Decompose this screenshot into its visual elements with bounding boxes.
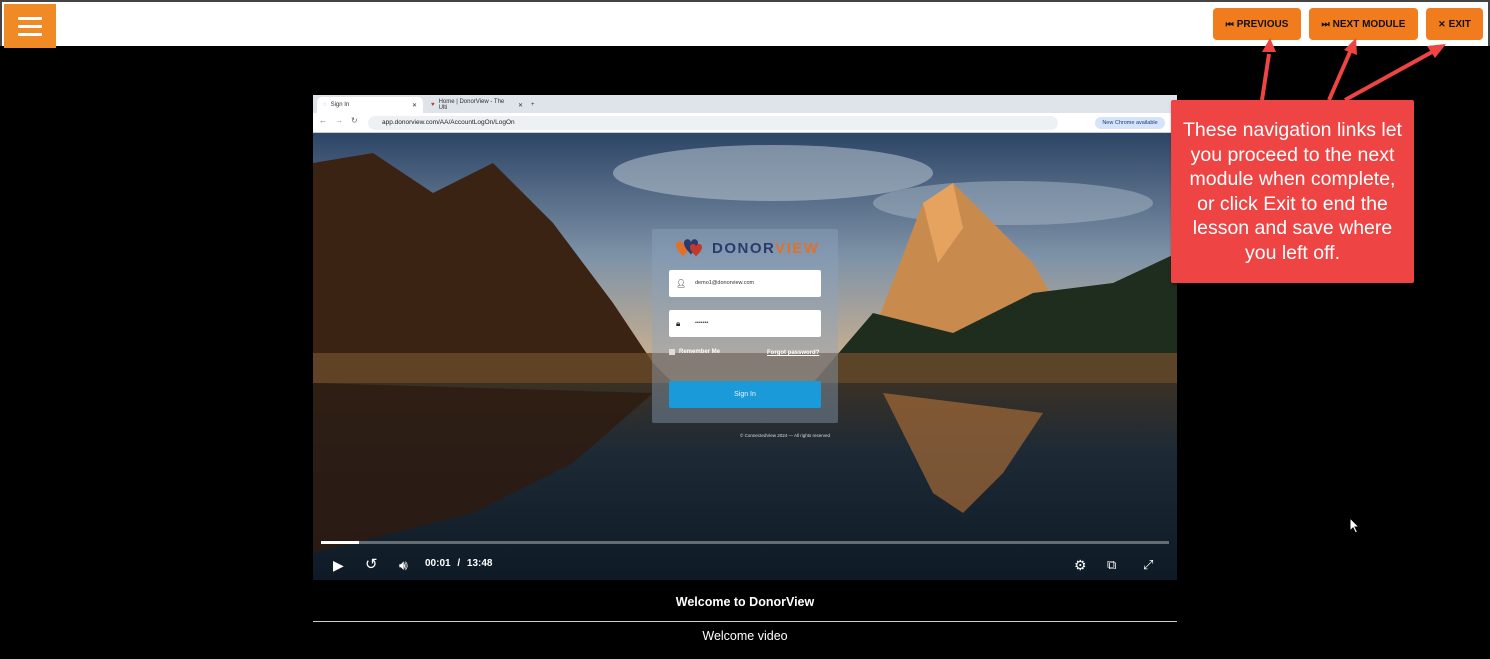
- password-value: •••••••: [695, 320, 709, 326]
- user-icon: 👤︎: [676, 279, 687, 288]
- reload-icon: ↻: [351, 116, 358, 125]
- close-tab-icon: ✕: [517, 102, 523, 109]
- picture-in-picture-icon[interactable]: ⧉: [1107, 557, 1116, 573]
- time-display: 00:01 / 13:48: [425, 558, 493, 569]
- fullscreen-icon[interactable]: ⤢: [1143, 557, 1153, 573]
- forward-icon: →: [335, 116, 343, 125]
- remember-me-checkbox[interactable]: Remember Me: [669, 349, 720, 355]
- email-field[interactable]: 👤︎ demo1@donorview.com: [669, 270, 821, 297]
- video-frame-lake-landscape: DONORVIEW 👤︎ demo1@donorview.com 🔒︎ ••••…: [313, 133, 1177, 580]
- forgot-password-link[interactable]: Forgot password?: [767, 350, 819, 356]
- divider: [313, 621, 1177, 622]
- current-time: 00:01: [425, 558, 451, 569]
- new-tab-icon: +: [531, 102, 535, 108]
- remember-label: Remember Me: [679, 349, 721, 355]
- browser-tab-home: ♥ Home | DonorView - The Ulti ✕: [425, 97, 529, 113]
- heart-icon: ♥: [431, 102, 435, 108]
- lock-icon: 🔒︎: [676, 319, 681, 328]
- hamburger-menu-button[interactable]: [4, 4, 56, 48]
- next-module-button[interactable]: ⏭ NEXT MODULE: [1309, 8, 1418, 40]
- settings-gear-icon[interactable]: ⚙: [1074, 557, 1087, 573]
- browser-tab-strip: ◌ Sign In ✕ ♥ Home | DonorView - The Ult…: [313, 95, 1177, 113]
- tab-title: Home | DonorView - The Ulti: [438, 99, 505, 111]
- previous-label: PREVIOUS: [1236, 18, 1289, 30]
- checkbox-box: [669, 349, 675, 355]
- browser-tab-sign-in: ◌ Sign In ✕: [317, 97, 423, 113]
- exit-button[interactable]: ✕ EXIT: [1426, 8, 1483, 40]
- play-icon[interactable]: ▶: [333, 557, 344, 573]
- previous-button[interactable]: ⏮ PREVIOUS: [1213, 8, 1301, 40]
- email-value: demo1@donorview.com: [695, 280, 755, 286]
- password-field[interactable]: 🔒︎ •••••••: [669, 310, 821, 337]
- hamburger-icon: [18, 16, 42, 20]
- video-progress-bar[interactable]: [321, 541, 1169, 544]
- lesson-subtitle: Welcome video: [702, 629, 788, 643]
- login-panel: DONORVIEW 👤︎ demo1@donorview.com 🔒︎ ••••…: [652, 229, 838, 423]
- back-icon: ←: [319, 116, 327, 125]
- next-module-label: NEXT MODULE: [1332, 18, 1406, 30]
- browser-address-bar: ← → ↻ app.donorview.com/AA/AccountLogOn/…: [313, 113, 1177, 133]
- brand-name: DONORVIEW: [712, 239, 820, 257]
- hamburger-icon-bar: [18, 24, 42, 28]
- exit-label: EXIT: [1448, 18, 1471, 30]
- lesson-title: Welcome to DonorView: [675, 595, 815, 609]
- video-progress-fill: [321, 541, 360, 544]
- video-player[interactable]: ◌ Sign In ✕ ♥ Home | DonorView - The Ult…: [313, 95, 1177, 580]
- donorview-logo: DONORVIEW: [670, 237, 819, 259]
- close-tab-icon: ✕: [411, 102, 417, 109]
- close-icon: ✕: [1438, 18, 1446, 29]
- navigation-callout: These navigation links let you proceed t…: [1171, 100, 1414, 283]
- new-chrome-badge: New Chrome available: [1095, 117, 1165, 129]
- video-controls: ▶ ↺ 🔊︎ 00:01 / 13:48 ⚙ ⧉ ⤢: [313, 553, 1177, 577]
- globe-icon: ◌: [323, 102, 327, 108]
- volume-icon[interactable]: 🔊︎: [399, 557, 408, 573]
- time-separator: /: [457, 558, 461, 569]
- tab-title: Sign In: [330, 102, 350, 108]
- skip-back-icon: ⏮: [1225, 18, 1234, 29]
- copyright-text: © ConnectedView 2024 — All rights reserv…: [740, 433, 831, 438]
- hamburger-icon-bar: [18, 32, 42, 36]
- donorview-hearts-icon: [676, 239, 702, 257]
- rewind-10-icon[interactable]: ↺: [365, 557, 378, 573]
- top-bar: ⏮ PREVIOUS ⏭ NEXT MODULE ✕ EXIT: [0, 0, 1490, 48]
- duration: 13:48: [466, 558, 493, 569]
- url-field: app.donorview.com/AA/AccountLogOn/LogOn: [368, 116, 1058, 130]
- mouse-cursor-icon: [1349, 517, 1361, 534]
- skip-forward-icon: ⏭: [1321, 18, 1330, 29]
- sign-in-button[interactable]: Sign In: [669, 381, 821, 408]
